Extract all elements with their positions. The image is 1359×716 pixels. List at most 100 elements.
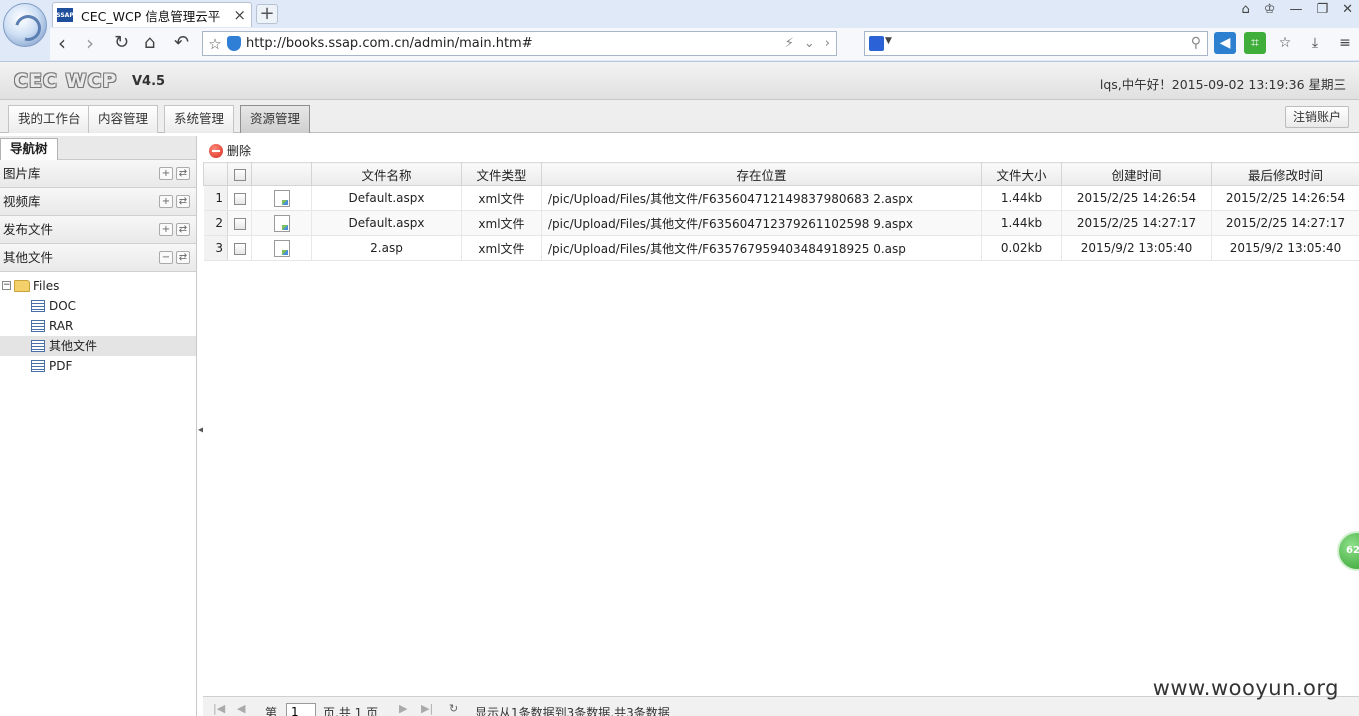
search-icon[interactable]: ⚲ (1191, 35, 1201, 51)
back-icon[interactable]: ‹ (58, 31, 66, 55)
tree-node-doc[interactable]: DOC (0, 296, 196, 316)
header-file-name[interactable]: 文件名称 (311, 162, 462, 186)
refresh-icon[interactable]: ↻ (114, 31, 129, 55)
lock-icon[interactable]: ⌂ (1242, 2, 1250, 17)
row-select-cell[interactable] (227, 235, 252, 261)
app-header: CEC WCP V4.5 lqs,中午好！2015-09-02 13:19:36… (0, 62, 1359, 100)
menu-icon[interactable]: ≡ (1334, 32, 1356, 54)
expand-icon[interactable]: + (159, 167, 173, 180)
speed-icon[interactable]: ⚡ (785, 36, 794, 51)
refresh-section-icon[interactable]: ⇄ (176, 251, 190, 264)
row-checkbox[interactable] (233, 242, 246, 255)
row-number: 2 (203, 210, 228, 236)
logout-button[interactable]: 注销账户 (1284, 106, 1349, 128)
broken-image-icon (273, 189, 290, 207)
file-modified: 2015/9/2 13:05:40 (1211, 235, 1359, 261)
screenshot-icon[interactable]: ⌗ (1244, 32, 1266, 54)
tree-collapse-icon[interactable]: − (2, 281, 11, 290)
window-controls: ⌂ ♔ — ❐ ✕ (1242, 2, 1353, 17)
browser-tab[interactable]: SSAP CEC_WCP 信息管理云平 × (52, 2, 252, 27)
row-checkbox[interactable] (233, 217, 246, 230)
expand-icon[interactable]: + (159, 223, 173, 236)
baidu-paw-icon (869, 36, 884, 51)
header-select-all[interactable] (227, 162, 252, 186)
dropdown-chevron-icon[interactable]: ⌄ (804, 36, 815, 51)
header-file-size[interactable]: 文件大小 (981, 162, 1062, 186)
maximize-icon[interactable]: ❐ (1316, 2, 1328, 17)
prev-page-icon[interactable]: ◀ (237, 702, 245, 715)
undo-icon[interactable]: ↶ (174, 31, 189, 55)
collapse-icon[interactable]: − (159, 251, 173, 264)
last-page-icon[interactable]: ▶| (421, 702, 433, 715)
refresh-section-icon[interactable]: ⇄ (176, 167, 190, 180)
page-prefix: 第 (265, 706, 278, 716)
table-row[interactable]: 1 Default.aspx xml文件 /pic/Upload/Files/其… (203, 185, 1359, 211)
nav-section-images[interactable]: 图片库 + ⇄ (0, 160, 196, 188)
site-favicon-icon: SSAP (56, 8, 74, 22)
search-box[interactable]: ▼ ⚲ (864, 31, 1208, 56)
tree-node-pdf[interactable]: PDF (0, 356, 196, 376)
refresh-section-icon[interactable]: ⇄ (176, 223, 190, 236)
address-bar[interactable]: ☆ http://books.ssap.com.cn/admin/main.ht… (202, 31, 837, 56)
table-row[interactable]: 3 2.asp xml文件 /pic/Upload/Files/其他文件/F63… (203, 235, 1359, 261)
tree-label: 其他文件 (49, 339, 98, 353)
nav-tree-tab[interactable]: 导航树 (0, 138, 58, 160)
go-chevron-icon[interactable]: › (825, 36, 830, 51)
nav-section-published-files[interactable]: 发布文件 + ⇄ (0, 216, 196, 244)
tab-resource-management[interactable]: 资源管理 (240, 105, 311, 133)
address-actions: ⚡ ⌄ › (785, 36, 836, 51)
watermark: www.wooyun.org (1152, 676, 1339, 700)
file-path: /pic/Upload/Files/其他文件/F6356047123792611… (541, 210, 982, 236)
header-file-type[interactable]: 文件类型 (461, 162, 542, 186)
file-size: 1.44kb (981, 185, 1062, 211)
next-page-icon[interactable]: ▶ (399, 702, 407, 715)
refresh-list-icon[interactable]: ↻ (449, 702, 458, 715)
first-page-icon[interactable]: |◀ (213, 702, 225, 715)
floating-widget[interactable]: 62 (1337, 531, 1359, 571)
refresh-section-icon[interactable]: ⇄ (176, 195, 190, 208)
table-row[interactable]: 2 Default.aspx xml文件 /pic/Upload/Files/其… (203, 210, 1359, 236)
file-modified: 2015/2/25 14:27:17 (1211, 210, 1359, 236)
speaker-icon[interactable]: ◀ (1214, 32, 1236, 54)
delete-button[interactable]: 删除 (209, 142, 251, 159)
expand-icon[interactable]: + (159, 195, 173, 208)
delete-icon (209, 143, 223, 158)
home-icon[interactable]: ⌂ (144, 31, 155, 55)
folder-icon (14, 280, 30, 292)
tab-workbench[interactable]: 我的工作台 (8, 105, 91, 133)
tab-content-management[interactable]: 内容管理 (88, 105, 159, 133)
bookmark-star-icon[interactable]: ☆ (203, 35, 227, 53)
nav-section-videos[interactable]: 视频库 + ⇄ (0, 188, 196, 216)
file-created: 2015/2/25 14:26:54 (1061, 185, 1212, 211)
new-tab-button[interactable]: + (256, 4, 278, 24)
tree-node-files[interactable]: − Files (0, 276, 196, 296)
search-engine-selector[interactable]: ▼ (869, 36, 895, 51)
tab-system-management[interactable]: 系统管理 (164, 105, 235, 133)
favorites-icon[interactable]: ☆ (1274, 32, 1296, 54)
file-type: xml文件 (461, 210, 542, 236)
tree-label: DOC (49, 299, 77, 313)
download-icon[interactable]: ⤓ (1304, 32, 1326, 54)
minimize-icon[interactable]: — (1289, 2, 1302, 17)
browser-logo-icon[interactable] (3, 3, 47, 47)
page-number-input[interactable] (286, 703, 316, 716)
page-suffix: 页,共 1 页 (323, 706, 379, 716)
row-number: 3 (203, 235, 228, 261)
header-location[interactable]: 存在位置 (541, 162, 982, 186)
file-tree: − Files DOC RAR 其他文件 PDF (0, 272, 196, 376)
row-select-cell[interactable] (227, 185, 252, 211)
header-created[interactable]: 创建时间 (1061, 162, 1212, 186)
row-select-cell[interactable] (227, 210, 252, 236)
address-text[interactable]: http://books.ssap.com.cn/admin/main.htm# (246, 36, 785, 51)
select-all-checkbox[interactable] (233, 169, 246, 181)
forward-icon[interactable]: › (86, 31, 94, 55)
nav-section-other-files[interactable]: 其他文件 − ⇄ (0, 244, 196, 272)
tree-node-rar[interactable]: RAR (0, 316, 196, 336)
app-version: V4.5 (132, 74, 166, 89)
tab-close-icon[interactable]: × (233, 6, 246, 24)
row-checkbox[interactable] (233, 192, 246, 205)
close-window-icon[interactable]: ✕ (1342, 2, 1353, 17)
tree-node-other-files[interactable]: 其他文件 (0, 336, 196, 356)
header-modified[interactable]: 最后修改时间 (1211, 162, 1359, 186)
skin-icon[interactable]: ♔ (1264, 2, 1276, 17)
